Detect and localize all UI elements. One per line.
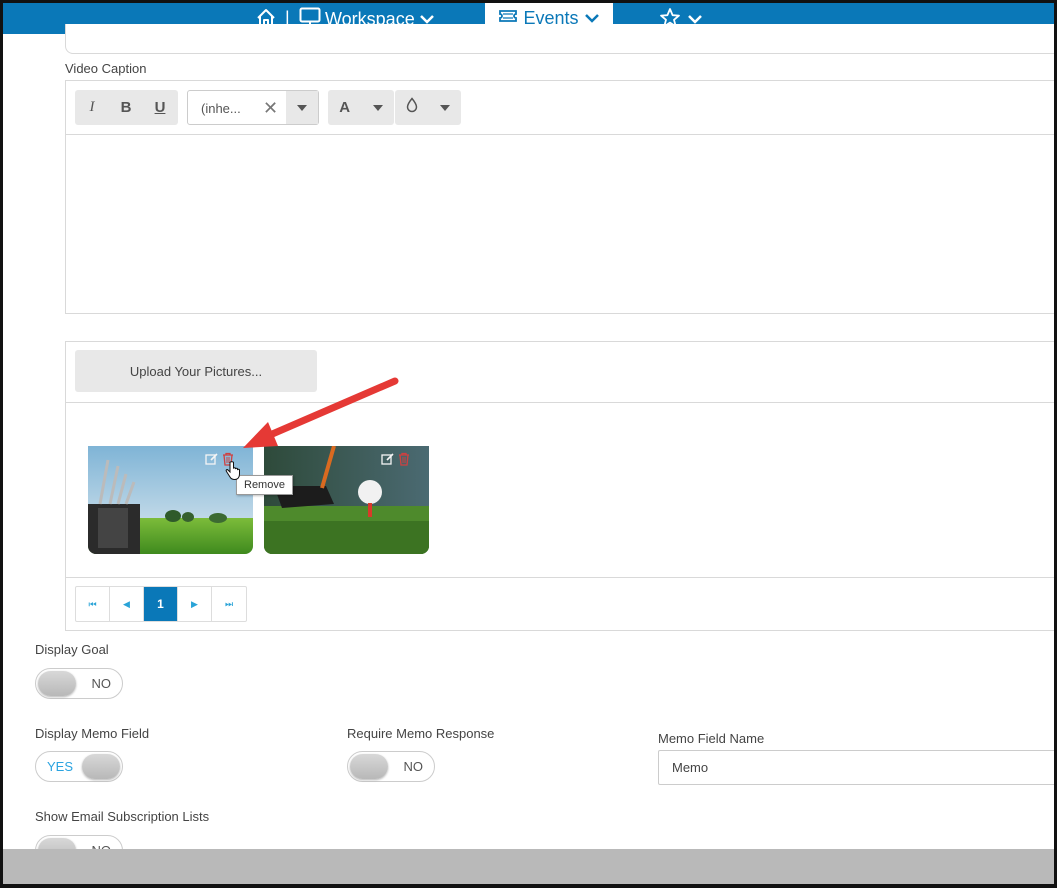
toggle-state: NO bbox=[91, 676, 112, 691]
toggle-knob bbox=[350, 754, 388, 779]
bold-button[interactable]: B bbox=[109, 90, 143, 125]
hand-cursor-icon bbox=[225, 461, 241, 486]
previous-field-box[interactable] bbox=[65, 24, 1057, 54]
memo-field-name-input[interactable] bbox=[658, 750, 1057, 785]
caret-down-icon bbox=[440, 104, 450, 111]
pager-next-button[interactable]: ▶ bbox=[178, 587, 212, 621]
pager-prev-button[interactable]: ◀ bbox=[110, 587, 144, 621]
font-family-select[interactable]: (inhe... ✕ bbox=[187, 90, 319, 125]
font-color-letter: A bbox=[339, 99, 351, 116]
caret-down-icon bbox=[297, 104, 307, 111]
gallery-pager: ⏮ ◀ 1 ▶ ⏭ bbox=[75, 586, 247, 622]
video-caption-label: Video Caption bbox=[65, 61, 147, 76]
toggle-knob bbox=[38, 671, 76, 696]
font-color-button[interactable]: A bbox=[328, 90, 394, 125]
pager-first-button[interactable]: ⏮ bbox=[76, 587, 110, 621]
italic-button[interactable]: I bbox=[75, 90, 109, 125]
require-memo-label: Require Memo Response bbox=[347, 726, 495, 741]
email-subscription-label: Show Email Subscription Lists bbox=[35, 809, 210, 824]
toggle-knob bbox=[82, 754, 120, 779]
pager-last-button[interactable]: ⏭ bbox=[212, 587, 246, 621]
caret-down-icon bbox=[372, 104, 383, 111]
clear-icon[interactable]: ✕ bbox=[263, 98, 278, 119]
display-memo-label: Display Memo Field bbox=[35, 726, 150, 741]
pager-page-1[interactable]: 1 bbox=[144, 587, 178, 621]
underline-button[interactable]: U bbox=[143, 90, 177, 125]
require-memo-toggle[interactable]: NO bbox=[347, 751, 435, 782]
font-family-value: (inhe... bbox=[201, 101, 241, 116]
display-goal-toggle[interactable]: NO bbox=[35, 668, 123, 699]
edit-icon[interactable] bbox=[381, 452, 395, 471]
toggle-state: NO bbox=[403, 759, 424, 774]
background-color-button[interactable] bbox=[395, 90, 461, 125]
bottom-overlay-bar bbox=[3, 849, 1054, 884]
format-button-group: I B U bbox=[75, 90, 178, 125]
font-dropdown-toggle[interactable] bbox=[286, 91, 318, 124]
trash-icon[interactable] bbox=[397, 452, 411, 471]
memo-field-name-label: Memo Field Name bbox=[658, 731, 765, 746]
droplet-icon bbox=[406, 97, 418, 118]
remove-tooltip: Remove bbox=[236, 475, 293, 495]
edit-icon[interactable] bbox=[205, 452, 219, 471]
upload-pictures-button[interactable]: Upload Your Pictures... bbox=[75, 350, 317, 392]
display-memo-toggle[interactable]: YES bbox=[35, 751, 123, 782]
toggle-state: YES bbox=[47, 759, 74, 774]
caption-editor-body[interactable] bbox=[65, 134, 1057, 314]
display-goal-label: Display Goal bbox=[35, 642, 109, 657]
image-2-actions bbox=[381, 452, 411, 471]
